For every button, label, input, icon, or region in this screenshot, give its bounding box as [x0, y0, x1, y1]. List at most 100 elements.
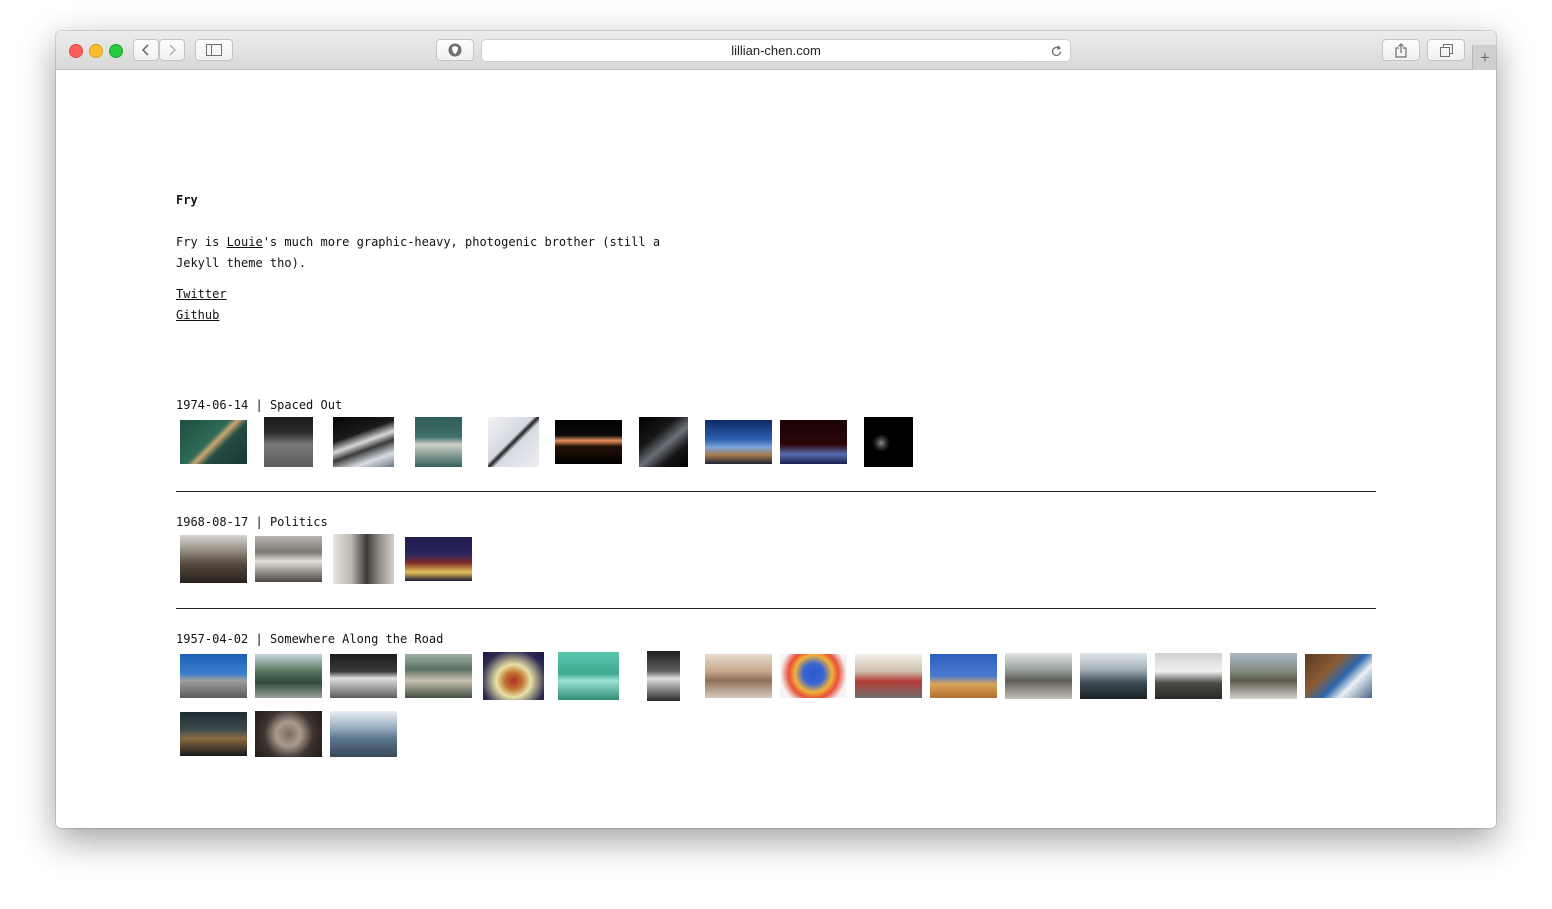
photo-image	[555, 420, 622, 464]
new-tab-button[interactable]: +	[1472, 45, 1496, 70]
post-date: 1968-08-17	[176, 515, 249, 529]
address-bar[interactable]: lillian-chen.com	[481, 39, 1071, 62]
photo-thumbnail[interactable]	[405, 534, 472, 584]
sidebar-icon	[206, 44, 222, 56]
photo-image	[330, 654, 397, 698]
page-content: Fry Fry is Louie's much more graphic-hea…	[56, 70, 1496, 828]
post-date: 1957-04-02	[176, 632, 249, 646]
back-button[interactable]	[133, 39, 159, 61]
photo-image	[180, 535, 247, 583]
photo-image	[255, 536, 322, 582]
photo-thumbnail[interactable]	[855, 417, 922, 467]
photo-thumbnail[interactable]	[180, 651, 247, 701]
twitter-link[interactable]: Twitter	[176, 287, 227, 301]
photo-image	[864, 417, 913, 467]
photo-image	[780, 654, 847, 698]
social-links: Twitter Github	[176, 284, 227, 326]
photo-thumbnail[interactable]	[705, 651, 772, 701]
chevron-left-icon	[141, 44, 149, 56]
photo-thumbnail[interactable]	[1080, 651, 1147, 701]
photo-image	[255, 711, 322, 757]
url-text: lillian-chen.com	[731, 43, 821, 58]
photo-thumbnail[interactable]	[855, 651, 922, 701]
photo-image	[255, 654, 322, 698]
share-icon	[1395, 42, 1407, 58]
photo-thumbnail[interactable]	[1155, 651, 1222, 701]
forward-button[interactable]	[159, 39, 185, 61]
shield-icon	[448, 43, 462, 57]
photo-thumbnail[interactable]	[630, 417, 697, 467]
photo-thumbnail[interactable]	[255, 534, 322, 584]
photo-thumbnail[interactable]	[255, 417, 322, 467]
post-heading: 1974-06-14 | Spaced Out	[176, 398, 343, 412]
photo-thumbnail[interactable]	[480, 417, 547, 467]
photo-image	[647, 651, 680, 701]
photo-image	[264, 417, 313, 467]
photo-image	[705, 654, 772, 698]
plus-icon: +	[1480, 48, 1490, 67]
tabs-icon	[1439, 43, 1453, 57]
post-title[interactable]: Spaced Out	[270, 398, 342, 412]
photo-thumbnail[interactable]	[930, 651, 997, 701]
section-divider	[176, 491, 1376, 492]
post-heading: 1957-04-02 | Somewhere Along the Road	[176, 632, 444, 646]
zoom-window-button[interactable]	[109, 44, 123, 58]
photo-image	[405, 537, 472, 581]
sidebar-toggle-button[interactable]	[195, 39, 233, 61]
photo-image	[333, 417, 394, 467]
photo-image	[855, 654, 922, 698]
photo-thumbnail[interactable]	[255, 709, 322, 759]
photo-image	[415, 417, 462, 467]
photo-image	[1230, 653, 1297, 699]
post-section-spaced-out: 1974-06-14 | Spaced Out	[176, 397, 1376, 467]
photo-thumbnail[interactable]	[1230, 651, 1297, 701]
github-link[interactable]: Github	[176, 308, 219, 322]
privacy-shield-button[interactable]	[436, 39, 474, 61]
post-title[interactable]: Somewhere Along the Road	[270, 632, 443, 646]
photo-thumbnail[interactable]	[405, 651, 472, 701]
photo-thumbnail[interactable]	[630, 651, 697, 701]
photo-thumbnail[interactable]	[180, 709, 247, 759]
post-section-politics: 1968-08-17 | Politics	[176, 514, 1376, 584]
site-title: Fry	[176, 193, 198, 207]
photo-strip	[176, 651, 1376, 759]
photo-image	[1305, 654, 1372, 698]
chevron-right-icon	[169, 44, 177, 56]
photo-image	[333, 534, 394, 584]
section-divider	[176, 608, 1376, 609]
photo-thumbnail[interactable]	[330, 651, 397, 701]
close-window-button[interactable]	[69, 44, 83, 58]
photo-thumbnail[interactable]	[555, 417, 622, 467]
photo-thumbnail[interactable]	[330, 534, 397, 584]
photo-thumbnail[interactable]	[555, 651, 622, 701]
photo-thumbnail[interactable]	[330, 709, 397, 759]
photo-image	[1155, 653, 1222, 699]
photo-thumbnail[interactable]	[780, 651, 847, 701]
photo-image	[488, 417, 539, 467]
post-section-somewhere-along-the-road: 1957-04-02 | Somewhere Along the Road	[176, 631, 1376, 759]
photo-image	[558, 652, 619, 700]
photo-thumbnail[interactable]	[255, 651, 322, 701]
post-title[interactable]: Politics	[270, 515, 328, 529]
photo-thumbnail[interactable]	[405, 417, 472, 467]
louie-link[interactable]: Louie	[227, 235, 263, 249]
post-heading: 1968-08-17 | Politics	[176, 515, 328, 529]
photo-thumbnail[interactable]	[480, 651, 547, 701]
photo-image	[930, 654, 997, 698]
photo-thumbnail[interactable]	[705, 417, 772, 467]
post-date: 1974-06-14	[176, 398, 249, 412]
photo-image	[639, 417, 688, 467]
tabs-overview-button[interactable]	[1427, 39, 1465, 61]
photo-thumbnail[interactable]	[180, 417, 247, 467]
reload-icon[interactable]	[1050, 43, 1063, 64]
share-button[interactable]	[1382, 39, 1420, 61]
photo-image	[180, 654, 247, 698]
photo-thumbnail[interactable]	[330, 417, 397, 467]
minimize-window-button[interactable]	[89, 44, 103, 58]
photo-thumbnail[interactable]	[180, 534, 247, 584]
browser-toolbar: lillian-chen.com	[56, 31, 1496, 70]
photo-thumbnail[interactable]	[1005, 651, 1072, 701]
photo-image	[780, 420, 847, 464]
photo-thumbnail[interactable]	[780, 417, 847, 467]
photo-thumbnail[interactable]	[1305, 651, 1372, 701]
